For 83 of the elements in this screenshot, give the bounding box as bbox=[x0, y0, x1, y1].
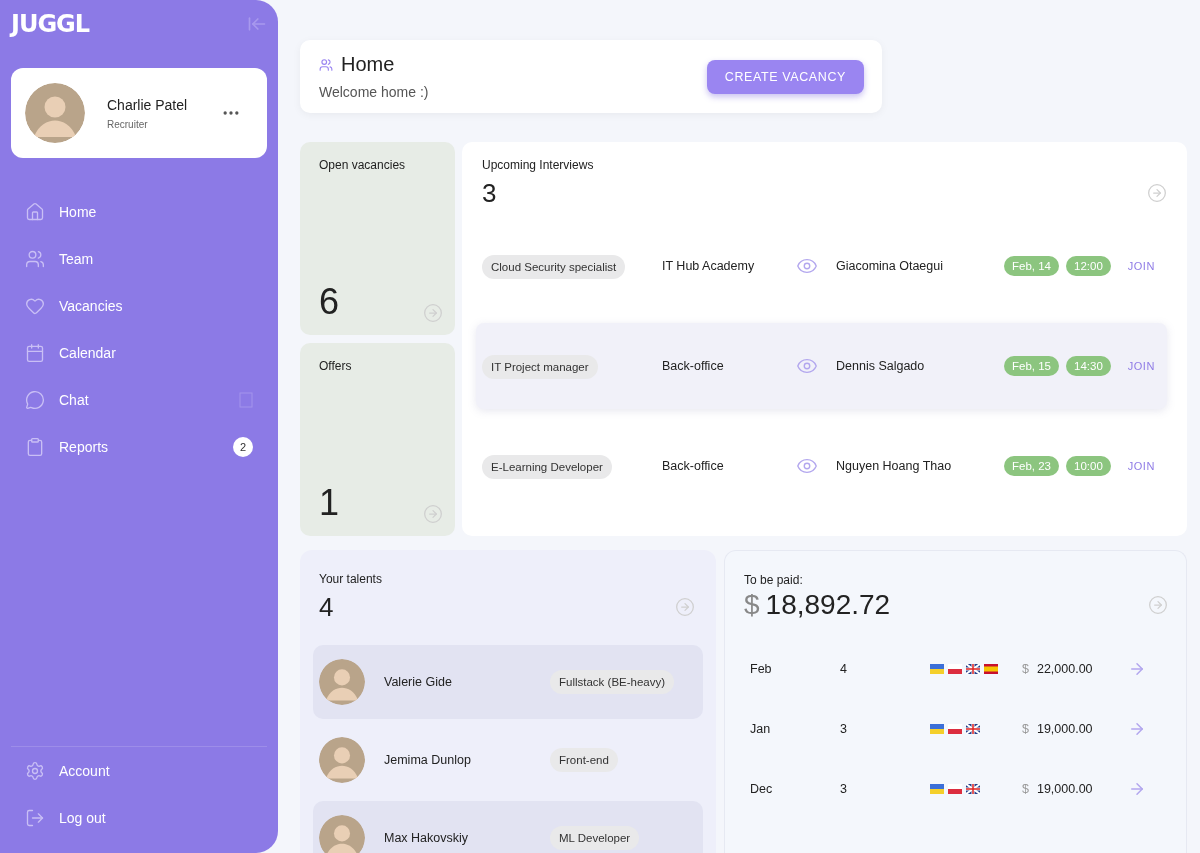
arrow-right-icon[interactable] bbox=[1128, 660, 1146, 678]
settings-icon bbox=[25, 760, 45, 781]
stat-value: 1 bbox=[319, 482, 340, 524]
join-link[interactable]: JOIN bbox=[1127, 360, 1155, 372]
candidate-name: Dennis Salgado bbox=[836, 359, 926, 373]
nav-item[interactable]: Home bbox=[11, 188, 267, 235]
position-tag: IT Project manager bbox=[482, 355, 598, 379]
month-text: Dec bbox=[750, 782, 774, 796]
card-title: Your talents bbox=[319, 572, 382, 586]
page-title: Home bbox=[341, 53, 395, 76]
avatar bbox=[25, 83, 85, 143]
total-amount: $ 18,892.72 bbox=[744, 589, 891, 621]
talent-count: 4 bbox=[319, 592, 335, 623]
date-tag: Feb, 14 bbox=[1004, 256, 1059, 276]
profile-name: Charlie Patel bbox=[107, 96, 189, 113]
nav-item[interactable]: Reports 2 bbox=[11, 423, 267, 470]
join-link[interactable]: JOIN bbox=[1127, 460, 1155, 472]
users-icon bbox=[319, 57, 333, 72]
time-tag: 10:00 bbox=[1066, 456, 1111, 476]
talent-row[interactable]: Max Hakovskiy ML Developer bbox=[313, 801, 703, 853]
count-text: 3 bbox=[840, 722, 848, 736]
welcome-text: Welcome home :) bbox=[319, 84, 429, 100]
time-tag: 14:30 bbox=[1066, 356, 1111, 376]
users-icon bbox=[25, 248, 45, 269]
stat-label: Offers bbox=[319, 359, 353, 373]
logout-icon bbox=[25, 807, 45, 828]
arrow-circle-icon[interactable] bbox=[1147, 595, 1168, 615]
arrow-circle-icon[interactable] bbox=[423, 303, 443, 323]
interview-row[interactable]: IT Project manager Back-office Dennis Salgado Feb, 15 14:30 JOIN bbox=[476, 323, 1167, 409]
stat-label: Open vacancies bbox=[319, 158, 407, 172]
avatar bbox=[319, 815, 365, 853]
talent-name: Max Hakovskiy bbox=[384, 831, 470, 845]
nav-item[interactable]: Account bbox=[11, 747, 267, 794]
nav-item[interactable]: Team bbox=[11, 235, 267, 282]
count-text: 4 bbox=[840, 662, 848, 676]
profile-role: Recruiter bbox=[107, 118, 149, 130]
count-badge: 2 bbox=[233, 436, 253, 457]
nav-item[interactable]: Log out bbox=[11, 794, 267, 841]
date-tag: Feb, 23 bbox=[1004, 456, 1059, 476]
count-text: 3 bbox=[840, 782, 848, 796]
clipboard-icon bbox=[25, 436, 45, 457]
card-title: Upcoming Interviews bbox=[482, 158, 594, 172]
arrow-circle-icon[interactable] bbox=[1146, 183, 1167, 203]
role-tag: Fullstack (BE-heavy) bbox=[550, 670, 675, 694]
month-text: Jan bbox=[750, 722, 772, 736]
candidate-name: Giacomina Otaegui bbox=[836, 259, 944, 273]
avatar bbox=[319, 737, 365, 783]
candidate-name: Nguyen Hoang Thao bbox=[836, 459, 953, 473]
home-icon bbox=[25, 201, 45, 222]
company-text: Back-office bbox=[662, 459, 725, 473]
arrow-right-icon[interactable] bbox=[1128, 720, 1146, 738]
avatar bbox=[319, 659, 365, 705]
join-link[interactable]: JOIN bbox=[1127, 260, 1155, 272]
arrow-circle-icon[interactable] bbox=[675, 597, 695, 617]
chat-icon bbox=[25, 389, 45, 410]
amount-text: $ 19,000.00 bbox=[1022, 722, 1094, 736]
arrow-right-icon[interactable] bbox=[1128, 780, 1146, 798]
amount-text: $ 22,000.00 bbox=[1022, 662, 1094, 676]
talent-name: Jemima Dunlop bbox=[384, 753, 472, 767]
stat-value: 6 bbox=[319, 281, 340, 323]
card-title: To be paid: bbox=[744, 573, 804, 587]
create-vacancy-button[interactable]: CREATE VACANCY bbox=[706, 59, 864, 94]
company-text: IT Hub Academy bbox=[662, 259, 756, 273]
talent-row[interactable]: Jemima Dunlop Front-end bbox=[313, 723, 703, 797]
date-tag: Feb, 15 bbox=[1004, 356, 1059, 376]
collapse-icon[interactable] bbox=[247, 14, 267, 34]
arrow-circle-icon[interactable] bbox=[423, 504, 443, 524]
role-tag: ML Developer bbox=[550, 826, 640, 850]
position-tag: E-Learning Developer bbox=[482, 455, 612, 479]
time-tag: 12:00 bbox=[1066, 256, 1111, 276]
nav-item[interactable]: Calendar bbox=[11, 329, 267, 376]
nav-item[interactable]: Vacancies bbox=[11, 282, 267, 329]
talent-row[interactable]: Valerie Gide Fullstack (BE-heavy) bbox=[313, 645, 703, 719]
interview-count: 3 bbox=[482, 178, 498, 209]
role-tag: Front-end bbox=[550, 748, 618, 772]
amount-text: $ 19,000.00 bbox=[1022, 782, 1094, 796]
logo: JUGGL bbox=[11, 10, 90, 38]
company-text: Back-office bbox=[662, 359, 725, 373]
position-tag: Cloud Security specialist bbox=[482, 255, 626, 279]
talent-name: Valerie Gide bbox=[384, 675, 453, 689]
nav-item[interactable]: Chat bbox=[11, 376, 267, 423]
month-text: Feb bbox=[750, 662, 773, 676]
calendar-icon bbox=[25, 342, 45, 363]
